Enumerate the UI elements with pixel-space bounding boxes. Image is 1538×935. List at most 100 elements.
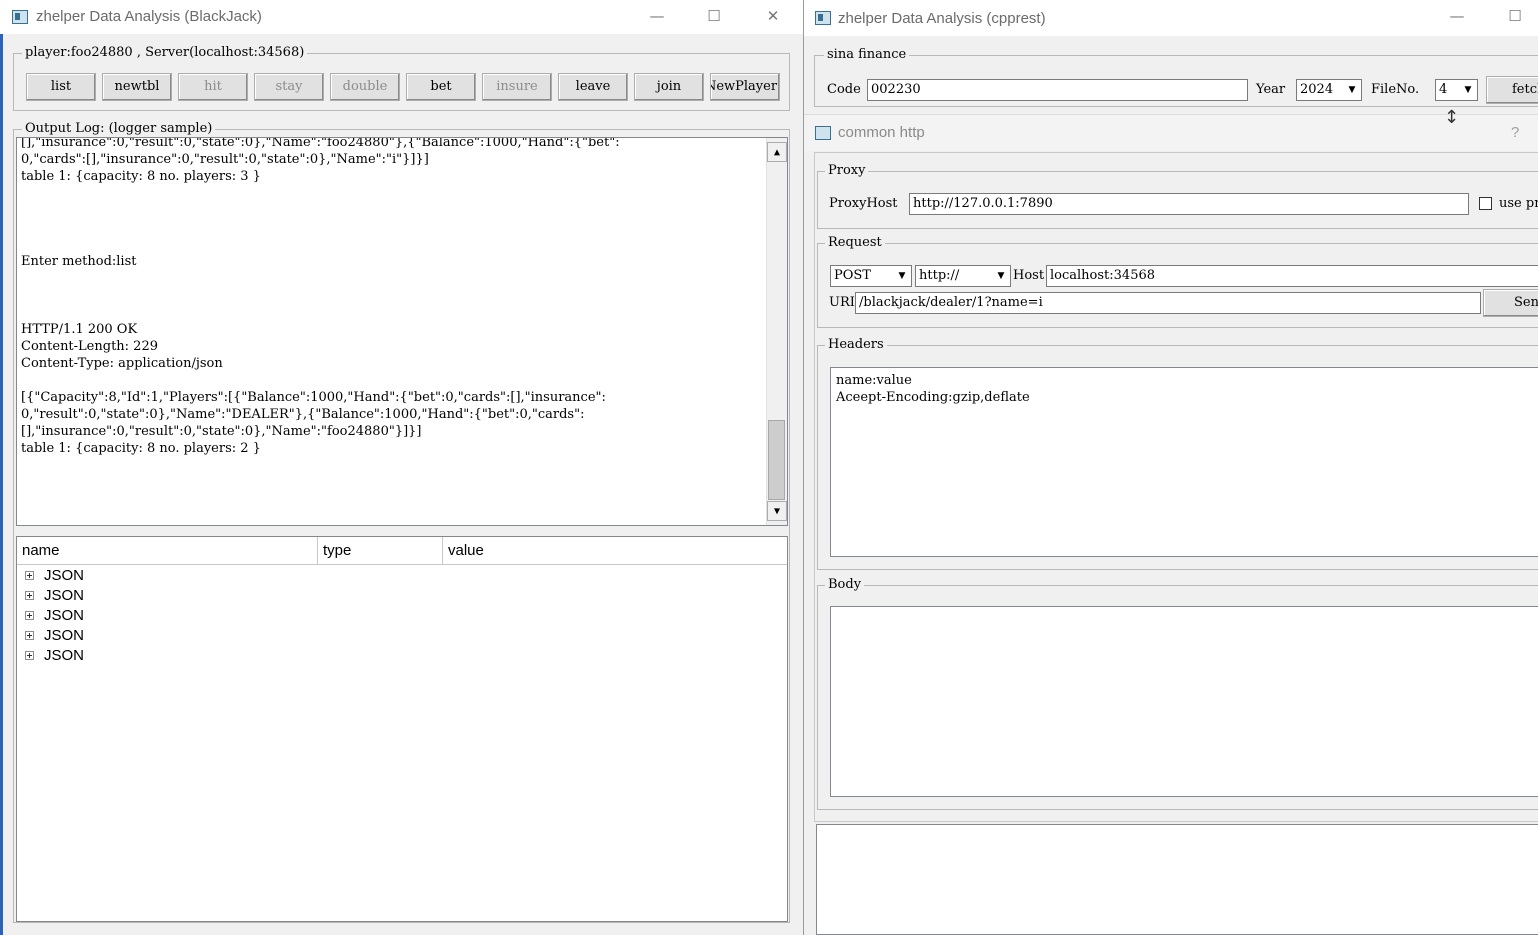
code-label: Code (827, 82, 861, 97)
http-window-title: common http (838, 124, 925, 141)
dropdown-arrow-icon: ▼ (997, 271, 1005, 281)
log-line: Enter method:list (21, 254, 137, 269)
uri-input[interactable]: /blackjack/dealer/1?name=i (855, 292, 1481, 314)
body-label: Body (825, 577, 865, 592)
stay-button[interactable]: stay (254, 73, 324, 101)
scroll-thumb[interactable] (768, 420, 785, 500)
column-name-header[interactable]: name (17, 537, 318, 564)
fileno-label: FileNo. (1371, 82, 1420, 97)
list-button[interactable]: list (26, 73, 96, 101)
app-icon (815, 11, 831, 25)
proxy-label: Proxy (825, 163, 869, 178)
tree-item[interactable]: JSON (25, 586, 84, 606)
scheme-select[interactable]: http://▼ (915, 265, 1011, 287)
log-text: [],"insurance":0,"result":0,"state":0},"… (17, 137, 620, 457)
maximize-button[interactable]: ☐ (1492, 0, 1538, 34)
blackjack-window: zhelper Data Analysis (BlackJack) — ☐ ✕ … (0, 0, 803, 935)
expand-icon[interactable] (25, 610, 34, 620)
expand-icon[interactable] (25, 590, 34, 600)
new-player-button[interactable]: NewPlayer (710, 73, 780, 101)
host-input[interactable]: localhost:34568 (1046, 265, 1538, 287)
dropdown-arrow-icon: ▼ (898, 271, 906, 281)
log-line: 0,"result":0,"state":0},"Name":"DEALER"}… (21, 407, 585, 422)
request-label: Request (825, 235, 885, 250)
header-line: name:value (836, 373, 912, 388)
app-icon (12, 10, 28, 24)
output-log[interactable]: [],"insurance":0,"result":0,"state":0},"… (16, 137, 788, 526)
close-button[interactable]: ✕ (750, 0, 796, 34)
newtbl-button[interactable]: newtbl (102, 73, 172, 101)
fetch-button[interactable]: fetch (1486, 76, 1538, 104)
host-label: Host (1013, 268, 1045, 283)
player-server-label: player:foo24880 , Server(localhost:34568… (22, 45, 308, 60)
log-line: table 1: {capacity: 8 no. players: 2 } (21, 441, 261, 456)
tree-item[interactable]: JSON (25, 646, 84, 666)
log-line: 0,"cards":[],"insurance":0,"result":0,"s… (21, 152, 429, 167)
headers-textarea[interactable]: name:value Aceept-Encoding:gzip,deflate (830, 367, 1538, 557)
expand-icon[interactable] (25, 650, 34, 660)
log-scrollbar[interactable]: ▲ ▼ (766, 138, 787, 525)
resize-cursor-icon: ↕ (1444, 107, 1460, 128)
tree-item[interactable]: JSON (25, 566, 84, 586)
join-button[interactable]: join (634, 73, 704, 101)
year-select[interactable]: 2024 ▼ (1296, 79, 1362, 101)
code-input[interactable]: 002230 (867, 79, 1248, 101)
log-line: [{"Capacity":8,"Id":1,"Players":[{"Balan… (21, 390, 606, 405)
log-line: HTTP/1.1 200 OK (21, 322, 138, 337)
title-bar: zhelper Data Analysis (cpprest) — ☐ (804, 0, 1538, 36)
maximize-button[interactable]: ☐ (691, 0, 737, 34)
log-line: table 1: {capacity: 8 no. players: 3 } (21, 169, 261, 184)
tree-header: name type value (17, 537, 787, 565)
uri-label: URI (829, 295, 855, 310)
output-log-label: Output Log: (logger sample) (22, 121, 216, 136)
expand-icon[interactable] (25, 570, 34, 580)
column-type-header[interactable]: type (318, 537, 443, 564)
tree-item[interactable]: JSON (25, 626, 84, 646)
header-line: Aceept-Encoding:gzip,deflate (836, 390, 1030, 405)
method-select[interactable]: POST ▼ (830, 265, 912, 287)
use-proxy-label: use proxy (1499, 196, 1538, 211)
http-subtitle-bar: common http ? ↕ (804, 107, 1538, 151)
leave-button[interactable]: leave (558, 73, 628, 101)
window-title: zhelper Data Analysis (BlackJack) (36, 8, 262, 25)
column-value-header[interactable]: value (443, 537, 787, 564)
dropdown-arrow-icon: ▼ (1348, 85, 1356, 95)
insure-button[interactable]: insure (482, 73, 552, 101)
send-button[interactable]: Send (1483, 289, 1538, 317)
minimize-button[interactable]: — (1434, 0, 1480, 34)
double-button[interactable]: double (330, 73, 400, 101)
hit-button[interactable]: hit (178, 73, 248, 101)
scroll-up-arrow-icon[interactable]: ▲ (767, 142, 787, 162)
cpprest-window: zhelper Data Analysis (cpprest) — ☐ sina… (804, 0, 1538, 935)
title-bar: zhelper Data Analysis (BlackJack) — ☐ ✕ (0, 0, 803, 34)
fileno-select[interactable]: 4 ▼ (1435, 79, 1478, 101)
sina-finance-label: sina finance (824, 47, 910, 62)
scroll-down-arrow-icon[interactable]: ▼ (767, 501, 787, 521)
log-line: [],"insurance":0,"result":0,"state":0},"… (21, 424, 422, 439)
year-label: Year (1256, 82, 1286, 97)
json-tree[interactable]: name type value JSON JSON JSON JSON JSON (16, 536, 788, 922)
tree-item[interactable]: JSON (25, 606, 84, 626)
help-icon[interactable]: ? (1511, 124, 1519, 141)
response-textarea[interactable] (816, 824, 1538, 935)
log-line: Content-Length: 229 (21, 339, 158, 354)
bet-button[interactable]: bet (406, 73, 476, 101)
minimize-button[interactable]: — (634, 0, 680, 34)
use-proxy-checkbox[interactable] (1479, 197, 1492, 210)
dropdown-arrow-icon: ▼ (1464, 85, 1472, 95)
expand-icon[interactable] (25, 630, 34, 640)
body-textarea[interactable] (830, 606, 1538, 797)
proxyhost-label: ProxyHost (829, 196, 898, 211)
window-border (0, 34, 3, 935)
log-line: [],"insurance":0,"result":0,"state":0},"… (21, 137, 620, 150)
proxyhost-input[interactable]: http://127.0.0.1:7890 (909, 193, 1469, 215)
headers-label: Headers (825, 337, 887, 352)
